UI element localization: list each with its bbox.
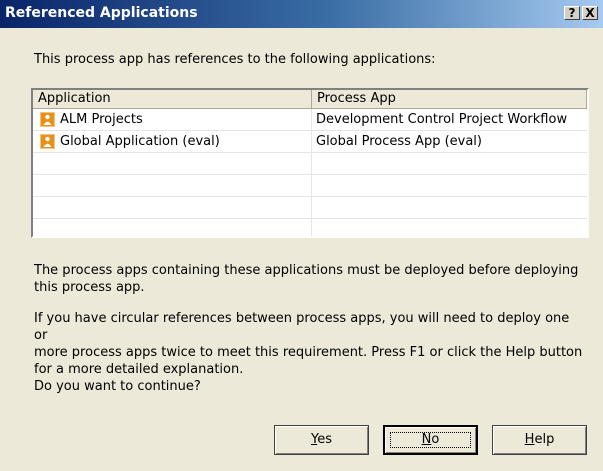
empty-cell [312, 219, 587, 236]
empty-cell [33, 219, 312, 236]
process-app-cell: Global Process App (eval) [316, 134, 482, 149]
person-icon [40, 112, 55, 127]
application-cell: ALM Projects [33, 109, 312, 131]
title-bar[interactable]: Referenced Applications ? X [0, 0, 603, 28]
application-name: Global Application (eval) [60, 134, 220, 149]
empty-cell [33, 153, 312, 175]
person-icon [40, 134, 55, 149]
circular-references-text: If you have circular references between … [34, 310, 584, 378]
empty-table-row [33, 219, 587, 236]
empty-cell [312, 153, 587, 175]
column-header-process-app[interactable]: Process App [312, 90, 587, 109]
close-title-button[interactable]: X [582, 6, 598, 20]
table-header: Application Process App [33, 90, 587, 109]
application-name: ALM Projects [60, 112, 143, 127]
help-button[interactable]: Help [492, 425, 587, 455]
column-header-application[interactable]: Application [33, 90, 312, 109]
text-line: The process apps containing these applic… [34, 263, 579, 278]
text-line: for a more detailed explanation. [34, 362, 244, 377]
empty-table-row [33, 197, 587, 219]
text-line: this process app. [34, 280, 145, 295]
empty-table-row [33, 175, 587, 197]
process-app-cell: Development Control Project Workflow [316, 112, 568, 127]
table-row[interactable]: ALM Projects Development Control Project… [33, 109, 587, 131]
text-line: If you have circular references between … [34, 311, 570, 343]
empty-table-row [33, 153, 587, 175]
no-button[interactable]: No [383, 425, 478, 455]
empty-cell [33, 175, 312, 197]
yes-button[interactable]: Yes [274, 425, 369, 455]
continue-question: Do you want to continue? [34, 379, 201, 394]
empty-cell [312, 197, 587, 219]
yes-label-rest: es [317, 432, 332, 447]
deploy-order-text: The process apps containing these applic… [34, 262, 584, 296]
help-label-rest: elp [534, 432, 555, 447]
text-line: more process apps twice to meet this req… [34, 345, 583, 360]
empty-cell [312, 175, 587, 197]
table-row[interactable]: Global Application (eval) Global Process… [33, 131, 587, 153]
focus-rectangle [390, 432, 471, 448]
intro-text: This process app has references to the f… [34, 52, 436, 67]
referenced-applications-dialog: Referenced Applications ? X This process… [0, 0, 603, 471]
help-mnemonic: H [524, 432, 535, 447]
help-title-button[interactable]: ? [564, 6, 580, 20]
application-cell: Global Application (eval) [33, 131, 312, 153]
window-title: Referenced Applications [5, 5, 198, 21]
empty-cell [33, 197, 312, 219]
references-table[interactable]: Application Process App ALM Projects Dev… [31, 88, 589, 238]
